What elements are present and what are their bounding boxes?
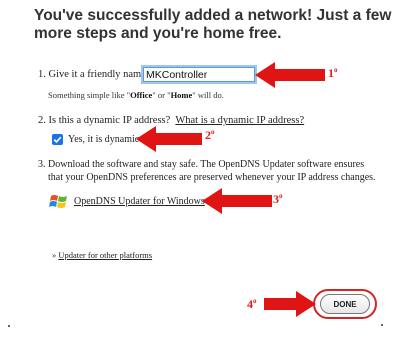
dynamic-ip-checkbox-label[interactable]: Yes, it is dynamic [68,134,139,145]
windows-logo-icon [49,195,67,208]
annotation-arrow-2 [136,126,202,152]
checkmark-icon [53,136,62,144]
done-button[interactable]: DONE [320,294,370,314]
annotation-arrow-4 [264,291,316,317]
step3-line2: that your OpenDNS preferences are preser… [48,172,376,183]
friendly-name-input[interactable] [141,65,257,84]
dynamic-ip-checkbox[interactable] [52,134,63,145]
annotation-number-1: 1o [328,66,338,80]
other-platforms-row: » Updater for other platforms [52,250,153,260]
annotation-number-3: 3o [273,192,283,206]
step1-hint: Something simple like "Office" or "Home"… [48,90,224,100]
corner-dot-right [381,324,383,326]
corner-dot-left [8,325,10,327]
download-windows-link[interactable]: OpenDNS Updater for Windows [74,196,205,207]
annotation-number-2: 2o [205,128,215,142]
step3-line1: 3. Download the software and stay safe. … [38,159,365,170]
page-heading: You've successfully added a network! Jus… [34,7,392,42]
annotation-arrow-1 [255,62,325,88]
step1-label: 1. Give it a friendly name: [38,69,149,80]
annotation-number-4: 4o [247,297,257,311]
other-platforms-link[interactable]: Updater for other platforms [58,250,152,260]
annotation-arrow-3 [202,188,272,214]
